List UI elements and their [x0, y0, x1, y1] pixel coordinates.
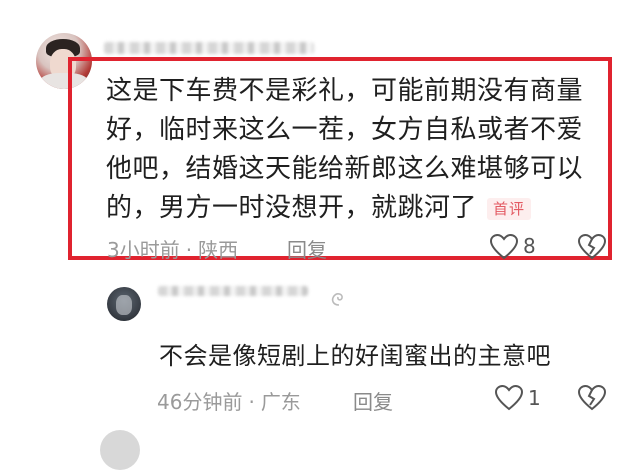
- like-count: 8: [523, 234, 536, 258]
- reply-username-blurred[interactable]: [158, 286, 308, 296]
- comment-line-text: 的，男方一时没想开，就跳河了: [106, 193, 478, 223]
- avatar-figure: [116, 295, 132, 315]
- first-comment-badge: 首评: [487, 197, 532, 220]
- reply-button[interactable]: 回复: [287, 234, 327, 263]
- comment-time: 3小时前: [107, 238, 180, 262]
- username-blurred[interactable]: [104, 42, 314, 54]
- reply-meta: 46分钟前 · 广东: [157, 386, 301, 415]
- reply-avatar[interactable]: [107, 287, 141, 321]
- comment-location: 陕西: [198, 238, 239, 262]
- meta-separator: ·: [248, 390, 255, 414]
- comment-body: 这是下车费不是彩礼，可能前期没有商量 好，临时来这么一茬，女方自私或者不爱 他吧…: [106, 72, 596, 228]
- heart-outline-icon[interactable]: [495, 385, 523, 411]
- heart-outline-icon[interactable]: [490, 234, 518, 260]
- comment-line: 他吧，结婚这天能给新郎这么难堪够可以: [106, 154, 584, 184]
- comment-line: 好，临时来这么一茬，女方自私或者不爱: [106, 115, 584, 145]
- reply-location: 广东: [260, 390, 301, 414]
- meta-separator: ·: [185, 238, 193, 262]
- comment-line: 的，男方一时没想开，就跳河了 首评: [106, 189, 596, 228]
- swirl-icon: [331, 293, 343, 306]
- broken-heart-icon[interactable]: [578, 234, 606, 260]
- broken-heart-icon[interactable]: [578, 385, 606, 411]
- reply-time: 46分钟前: [157, 390, 243, 414]
- reply-like-count: 1: [528, 386, 541, 410]
- reply-body: 不会是像短剧上的好闺蜜出的主意吧: [159, 342, 551, 370]
- reply-reply-button[interactable]: 回复: [353, 386, 393, 415]
- comment-meta: 3小时前 · 陕西: [107, 234, 238, 263]
- next-avatar-partial[interactable]: [100, 430, 140, 470]
- comment-line: 这是下车费不是彩礼，可能前期没有商量: [106, 76, 584, 106]
